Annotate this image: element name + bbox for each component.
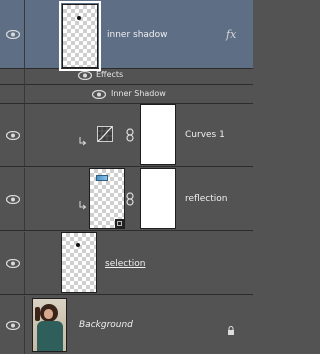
layer-mask-thumbnail[interactable]	[140, 104, 176, 165]
eye-icon[interactable]	[6, 321, 20, 330]
visibility-column	[0, 0, 25, 68]
layer-curves-1[interactable]: Curves 1	[0, 104, 253, 167]
clipping-arrow-icon	[79, 131, 87, 146]
chain-link-icon[interactable]	[126, 127, 134, 142]
eye-icon[interactable]	[78, 71, 92, 80]
layer-thumbnail[interactable]	[61, 232, 97, 293]
effect-label: Inner Shadow	[111, 89, 166, 98]
eye-icon[interactable]	[6, 195, 20, 204]
layer-thumbnail[interactable]	[59, 1, 101, 71]
layer-name[interactable]: inner shadow	[107, 30, 168, 40]
fx-icon[interactable]: fx	[226, 28, 236, 41]
curves-adjustment-icon[interactable]	[97, 126, 113, 142]
clipping-arrow-icon	[79, 195, 87, 210]
layer-background[interactable]: Background	[0, 296, 253, 354]
effect-inner-shadow-row[interactable]: Inner Shadow	[0, 85, 253, 104]
eye-icon[interactable]	[92, 90, 106, 99]
layer-inner-shadow[interactable]: inner shadow fx	[0, 0, 253, 71]
layer-name[interactable]: reflection	[185, 194, 227, 204]
background-photo-thumbnail[interactable]	[32, 298, 67, 352]
effects-row[interactable]: Effects	[0, 66, 253, 104]
layer-name[interactable]: Background	[79, 320, 133, 330]
eye-icon[interactable]	[6, 30, 20, 39]
lock-icon	[227, 320, 235, 335]
layer-selection[interactable]: selection	[0, 232, 253, 295]
smart-object-icon	[115, 219, 124, 228]
layer-reflection[interactable]: reflection	[0, 168, 253, 231]
layer-name[interactable]: selection	[105, 259, 145, 269]
effects-label: Effects	[96, 70, 124, 79]
chain-link-icon[interactable]	[126, 191, 134, 206]
layer-thumbnail[interactable]	[89, 168, 125, 229]
eye-icon[interactable]	[6, 259, 20, 268]
reflection-image-icon	[96, 175, 108, 181]
layer-mask-thumbnail[interactable]	[140, 168, 176, 229]
layer-name[interactable]: Curves 1	[185, 130, 225, 140]
eye-icon[interactable]	[6, 131, 20, 140]
